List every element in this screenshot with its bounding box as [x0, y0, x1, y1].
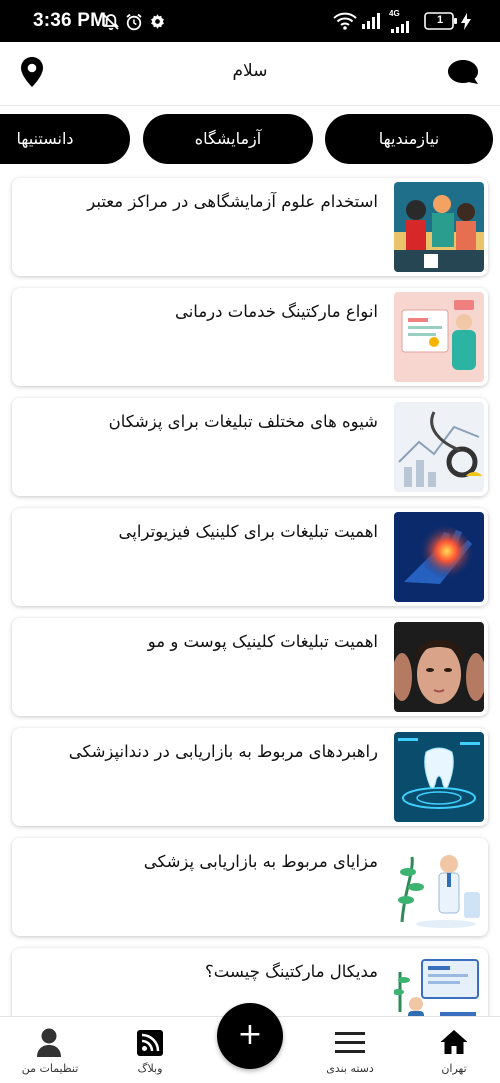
app-header: سلام	[0, 42, 500, 106]
home-icon	[439, 1028, 469, 1060]
stethoscope-charts-photo-thumb	[394, 402, 484, 492]
add-button[interactable]: +	[217, 1003, 283, 1069]
digital-tooth-thumb	[394, 732, 484, 822]
tab-knowledge[interactable]: دانستنیها	[0, 114, 130, 164]
article-title: مزایای مربوط به بازاریابی پزشکی	[143, 852, 378, 871]
mute-icon	[101, 12, 121, 36]
settings-gear-icon	[149, 13, 166, 34]
tab-laboratory[interactable]: آزمایشگاه	[143, 114, 313, 164]
nav-label-blog: وبلاگ	[137, 1062, 163, 1075]
article-title: اهمیت تبلیغات برای کلینیک فیزیوتراپی	[118, 522, 378, 541]
signal-4g-icon	[390, 18, 410, 37]
header-title: سلام	[232, 61, 268, 81]
article-card[interactable]: استخدام علوم آزمایشگاهی در مراکز معتبر	[12, 178, 488, 276]
article-title: مدیکال مارکتینگ چیست؟	[205, 962, 378, 981]
battery-level: 1	[437, 14, 444, 26]
nav-item-categories[interactable]: دسته بندی	[300, 1017, 400, 1083]
article-title: اهمیت تبلیغات کلینیک پوست و مو	[147, 632, 378, 651]
people-illustration-thumb	[394, 182, 484, 272]
alarm-icon	[124, 12, 144, 36]
charging-icon	[461, 13, 471, 34]
nav-item-settings[interactable]: تنظیمات من	[0, 1017, 100, 1083]
article-card[interactable]: انواع مارکتینگ خدمات درمانی	[12, 288, 488, 386]
article-title: راهبردهای مربوط به بازاریابی در دندانپزش…	[68, 742, 378, 761]
rss-feed-icon	[137, 1030, 163, 1060]
article-title: انواع مارکتینگ خدمات درمانی	[174, 302, 378, 321]
app-screen: 3:36 PM 4G 1 سلام نیازمندیها آزمایشگاه د…	[0, 0, 500, 1083]
tab-needs[interactable]: نیازمندیها	[325, 114, 493, 164]
status-time: 3:36 PM	[33, 10, 107, 31]
network-label: 4G	[389, 9, 400, 18]
article-title: استخدام علوم آزمایشگاهی در مراکز معتبر	[87, 192, 378, 211]
article-card[interactable]: مزایای مربوط به بازاریابی پزشکی	[12, 838, 488, 936]
article-title: شیوه های مختلف تبلیغات برای پزشکان	[108, 412, 378, 431]
user-profile-icon	[36, 1027, 62, 1061]
doctor-screen-illustration-thumb	[394, 292, 484, 382]
woman-face-photo-thumb	[394, 622, 484, 712]
doctor-plants-illustration-thumb	[394, 842, 484, 932]
nav-label-settings: تنظیمات من	[21, 1062, 79, 1075]
signal-icon	[361, 13, 381, 33]
category-tabs: نیازمندیها آزمایشگاه دانستنیها	[0, 108, 500, 168]
nav-item-blog[interactable]: وبلاگ	[100, 1017, 200, 1083]
article-card[interactable]: شیوه های مختلف تبلیغات برای پزشکان	[12, 398, 488, 496]
wifi-icon	[333, 11, 357, 35]
nav-label-home: تهران	[441, 1062, 467, 1075]
article-card[interactable]: راهبردهای مربوط به بازاریابی در دندانپزش…	[12, 728, 488, 826]
article-card[interactable]: اهمیت تبلیغات برای کلینیک فیزیوتراپی	[12, 508, 488, 606]
article-card[interactable]: اهمیت تبلیغات کلینیک پوست و مو	[12, 618, 488, 716]
menu-list-icon	[335, 1031, 365, 1059]
hand-pain-xray-thumb	[394, 512, 484, 602]
nav-label-categories: دسته بندی	[326, 1062, 374, 1075]
chat-bubble-icon[interactable]	[446, 59, 480, 89]
nav-item-home[interactable]: تهران	[404, 1017, 500, 1083]
status-bar: 3:36 PM 4G 1	[0, 0, 500, 42]
